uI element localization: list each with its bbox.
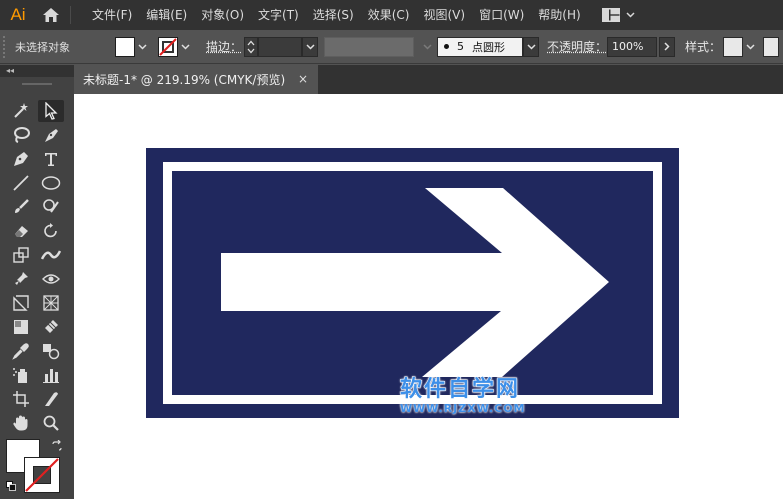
default-fill-stroke-icon[interactable] bbox=[6, 481, 16, 491]
menu-type[interactable]: 文字(T) bbox=[251, 0, 306, 30]
swap-fill-stroke-icon[interactable] bbox=[51, 440, 63, 452]
profile-dropdown[interactable] bbox=[420, 37, 434, 57]
fill-dropdown[interactable] bbox=[135, 37, 149, 57]
chevron-down-icon bbox=[137, 43, 147, 50]
chevron-down-icon bbox=[526, 43, 536, 50]
chevron-down-icon bbox=[180, 43, 190, 50]
tool-grid bbox=[8, 99, 68, 435]
workspace-switcher[interactable] bbox=[601, 8, 635, 22]
variable-width-profile[interactable] bbox=[324, 36, 415, 57]
chevron-down-icon bbox=[626, 12, 635, 18]
brush-shape: 点圆形 bbox=[472, 40, 506, 54]
watermark-title: 软件自学网 bbox=[400, 377, 521, 402]
perspective-grid-tool-icon[interactable] bbox=[38, 292, 64, 314]
brush-size: 5 bbox=[457, 40, 465, 53]
blend-tool-icon[interactable] bbox=[38, 340, 64, 362]
menu-bar: Ai 文件(F) 编辑(E) 对象(O) 文字(T) 选择(S) 效果(C) 视… bbox=[0, 0, 783, 30]
direct-selection-tool-icon[interactable] bbox=[38, 100, 64, 122]
menu-effect[interactable]: 效果(C) bbox=[361, 0, 417, 30]
symbol-sprayer-tool-icon[interactable] bbox=[8, 364, 34, 386]
home-icon[interactable] bbox=[36, 0, 66, 30]
fill-swatch[interactable] bbox=[115, 36, 135, 57]
tools-panel bbox=[0, 77, 74, 499]
curvature-pen-tool-icon[interactable] bbox=[38, 124, 64, 146]
mesh-tool-icon[interactable] bbox=[8, 316, 34, 338]
stroke-color-box[interactable] bbox=[24, 457, 60, 493]
menu-help[interactable]: 帮助(H) bbox=[531, 0, 587, 30]
control-bar: 未选择对象 描边： 5 点圆形 不透明度： 100% 样式： bbox=[0, 30, 783, 64]
stroke-dropdown[interactable] bbox=[178, 37, 192, 57]
overflow-panel-button[interactable] bbox=[763, 36, 780, 57]
paintbrush-tool-icon[interactable] bbox=[8, 196, 34, 218]
canvas[interactable]: 软件自学网 WWW.RJZXW.COM bbox=[74, 94, 783, 499]
menu-edit[interactable]: 编辑(E) bbox=[139, 0, 194, 30]
zoom-tool-icon[interactable] bbox=[38, 412, 64, 434]
line-segment-tool-icon[interactable] bbox=[8, 172, 34, 194]
stroke-label[interactable]: 描边： bbox=[206, 38, 242, 55]
selection-label: 未选择对象 bbox=[15, 40, 70, 54]
gradient-tool-icon[interactable] bbox=[38, 316, 64, 338]
ellipse-tool-icon[interactable] bbox=[38, 172, 64, 194]
panel-grip[interactable] bbox=[3, 35, 11, 58]
fill-stroke-widget bbox=[6, 437, 68, 499]
slice-tool-icon[interactable] bbox=[38, 388, 64, 410]
type-tool-icon[interactable] bbox=[38, 148, 64, 170]
workspace-grid-icon bbox=[601, 8, 620, 22]
menu-view[interactable]: 视图(V) bbox=[416, 0, 472, 30]
brush-dot-icon bbox=[444, 44, 450, 49]
menu-window[interactable]: 窗口(W) bbox=[472, 0, 531, 30]
artboard-tool-icon[interactable] bbox=[8, 388, 34, 410]
close-tab-icon[interactable]: × bbox=[298, 72, 308, 86]
menu-divider bbox=[70, 6, 71, 24]
collapse-icon[interactable]: ◂◂ bbox=[6, 66, 14, 75]
chevron-down-icon bbox=[305, 43, 315, 50]
opacity-label[interactable]: 不透明度： bbox=[547, 38, 607, 55]
scale-tool-icon[interactable] bbox=[8, 244, 34, 266]
opacity-input[interactable]: 100% bbox=[607, 36, 658, 57]
style-label: 样式： bbox=[685, 40, 722, 54]
pen-tool-icon[interactable] bbox=[8, 148, 34, 170]
lasso-tool-icon[interactable] bbox=[8, 124, 34, 146]
opacity-expand-button[interactable] bbox=[659, 36, 676, 57]
watermark-url: WWW.RJZXW.COM bbox=[400, 402, 526, 415]
chevron-down-icon bbox=[746, 43, 755, 50]
document-tab-title: 未标题-1* @ 219.19% (CMYK/预览) bbox=[83, 73, 286, 87]
document-tab[interactable]: 未标题-1* @ 219.19% (CMYK/预览) × bbox=[74, 65, 318, 94]
puppet-warp-tool-icon[interactable] bbox=[8, 268, 34, 290]
eyedropper-tool-icon[interactable] bbox=[8, 340, 34, 362]
chevron-down-icon bbox=[422, 43, 432, 50]
menu-object[interactable]: 对象(O) bbox=[194, 0, 251, 30]
stroke-weight-input[interactable] bbox=[258, 36, 303, 57]
menu-file[interactable]: 文件(F) bbox=[85, 0, 139, 30]
tools-grip[interactable] bbox=[0, 77, 74, 90]
menu-select[interactable]: 选择(S) bbox=[306, 0, 361, 30]
stroke-weight-dropdown[interactable] bbox=[302, 36, 319, 57]
app-logo: Ai bbox=[10, 5, 26, 24]
column-graph-tool-icon[interactable] bbox=[38, 364, 64, 386]
brush-definition[interactable]: 5 点圆形 bbox=[437, 36, 524, 57]
stroke-swatch[interactable] bbox=[158, 36, 178, 57]
menu-items: 文件(F) 编辑(E) 对象(O) 文字(T) 选择(S) 效果(C) 视图(V… bbox=[85, 0, 588, 30]
rotate-tool-icon[interactable] bbox=[38, 220, 64, 242]
graphic-style-swatch[interactable] bbox=[723, 36, 744, 57]
hand-tool-icon[interactable] bbox=[8, 412, 34, 434]
free-transform-tool-icon[interactable] bbox=[38, 268, 64, 290]
watermark: 软件自学网 WWW.RJZXW.COM bbox=[400, 377, 560, 415]
stepper-arrows-icon bbox=[247, 40, 255, 53]
width-tool-icon[interactable] bbox=[38, 244, 64, 266]
eraser-tool-icon[interactable] bbox=[8, 220, 34, 242]
shape-builder-tool-icon[interactable] bbox=[8, 292, 34, 314]
style-dropdown[interactable] bbox=[743, 37, 757, 57]
document-tab-bar: 未标题-1* @ 219.19% (CMYK/预览) × bbox=[74, 65, 783, 94]
magic-wand-tool-icon[interactable] bbox=[8, 100, 34, 122]
brush-dropdown[interactable] bbox=[523, 36, 540, 57]
chevron-right-icon bbox=[664, 42, 670, 51]
shaper-tool-icon[interactable] bbox=[38, 196, 64, 218]
stroke-weight-stepper[interactable] bbox=[244, 36, 259, 57]
tools-panel-header[interactable]: ◂◂ bbox=[0, 65, 74, 77]
